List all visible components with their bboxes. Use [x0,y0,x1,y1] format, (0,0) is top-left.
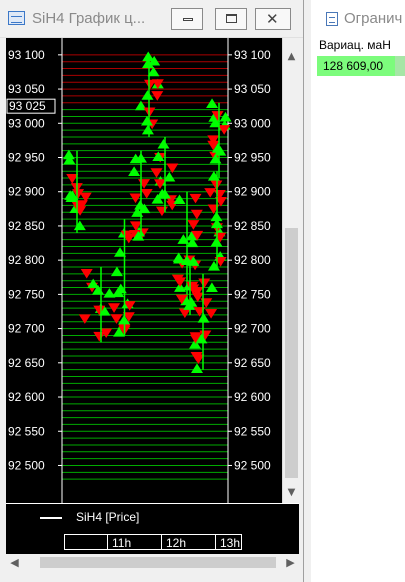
y-tick-label: 92 900 [8,185,45,199]
sell-mark [140,189,153,199]
horizontal-scroll-thumb[interactable] [40,557,276,568]
vertical-scroll-thumb[interactable] [285,228,298,478]
sell-mark [190,209,203,220]
sell-mark [204,188,217,198]
sell-mark [178,308,191,319]
y-tick-label: 92 950 [8,151,45,165]
y-tick-label: 92 500 [8,458,45,472]
sell-mark [200,298,213,308]
y-tick-label: 93 100 [8,48,45,62]
document-icon [326,12,338,26]
buy-mark [110,266,123,277]
y-tick-label: 92 800 [234,253,271,267]
minimize-icon [183,18,193,21]
screen: SiH4 График ц... ✕ 93 100 93 100 93 050 93 … [0,0,405,582]
column-header[interactable]: Вариац. маН [319,38,391,52]
y-tick-label: 92 900 [234,185,271,199]
scroll-down-icon[interactable]: ▼ [283,484,300,501]
buy-mark [73,220,86,231]
close-button[interactable]: ✕ [255,8,291,30]
chart-app-icon [8,11,25,25]
sell-mark [166,163,179,174]
y-tick-label: 93 100 [234,48,271,62]
time-label-11h: 11h [112,536,132,550]
limits-window-title: Огранич [344,10,403,27]
scroll-up-icon[interactable]: ▲ [283,48,300,65]
y-tick-label: 93 050 [234,82,271,96]
sell-mark [155,206,168,217]
y-tick-label: 92 850 [234,219,271,233]
y-tick-label: 92 650 [234,356,271,370]
chart-legend: SiH4 [Price] [6,503,299,530]
y-tick-label: 92 600 [8,390,45,404]
close-icon: ✕ [266,10,279,28]
sell-mark [93,331,106,342]
y-tick-label: 92 700 [234,322,271,336]
time-tick [161,535,162,549]
buy-mark [191,363,204,373]
vertical-scrollbar[interactable]: ▲ ▼ [282,38,299,503]
table-cell-next[interactable] [395,56,405,76]
chart-window-title: SiH4 График ц... [32,10,146,27]
price-chart-svg: 93 100 93 100 93 050 93 050 93 000 93 000 92 9… [6,38,271,503]
y-tick-label: 92 750 [8,287,45,301]
y-tick-label: 93 000 [234,116,271,130]
y-tick-label: 93 000 [8,116,45,130]
y-tick-label: 92 600 [234,390,271,404]
time-tick [107,535,108,549]
table-cell[interactable]: 128 609,00 [317,56,405,76]
y-tick-label: 92 800 [8,253,45,267]
time-axis-frame: 11h 12h 13h [64,534,242,550]
legend-swatch [40,517,62,519]
maximize-button[interactable] [215,8,247,30]
chart-title-bar[interactable]: SiH4 График ц... ✕ [0,0,303,38]
current-price-label: 93 025 [9,99,46,113]
limits-window[interactable]: Огранич Вариац. маН 128 609,00 [305,0,405,582]
sell-mark [78,314,91,324]
cell-value: 128 609,00 [323,59,384,73]
y-tick-label: 93 050 [8,82,45,96]
maximize-icon [226,14,237,23]
y-tick-label: 92 550 [234,424,271,438]
scroll-right-icon[interactable]: ▶ [282,554,299,571]
time-label-13h: 13h [220,536,241,550]
time-label-12h: 12h [166,536,187,550]
y-tick-label: 92 650 [8,356,45,370]
sell-mark [187,220,200,230]
y-tick-label: 92 850 [8,219,45,233]
legend-label: SiH4 [Price] [76,510,140,524]
y-tick-label: 92 950 [234,151,271,165]
sell-mark [198,278,211,289]
time-tick [215,535,216,549]
buy-mark [207,171,220,181]
y-tick-label: 92 700 [8,322,45,336]
chart-window: SiH4 График ц... ✕ 93 100 93 100 93 050 93 … [0,0,304,582]
sell-mark [205,308,218,319]
sell-mark [138,179,151,189]
time-axis[interactable]: 11h 12h 13h [6,530,299,554]
sell-mark [174,277,187,287]
minimize-button[interactable] [171,8,203,30]
y-tick-label: 92 500 [234,458,271,472]
y-tick-label: 92 750 [234,287,271,301]
price-chart[interactable]: 93 100 93 100 93 050 93 050 93 000 93 000 92 9… [6,38,282,503]
y-tick-label: 92 550 [8,424,45,438]
horizontal-scrollbar[interactable]: ◀ ▶ [6,554,299,571]
scroll-left-icon[interactable]: ◀ [6,554,23,571]
